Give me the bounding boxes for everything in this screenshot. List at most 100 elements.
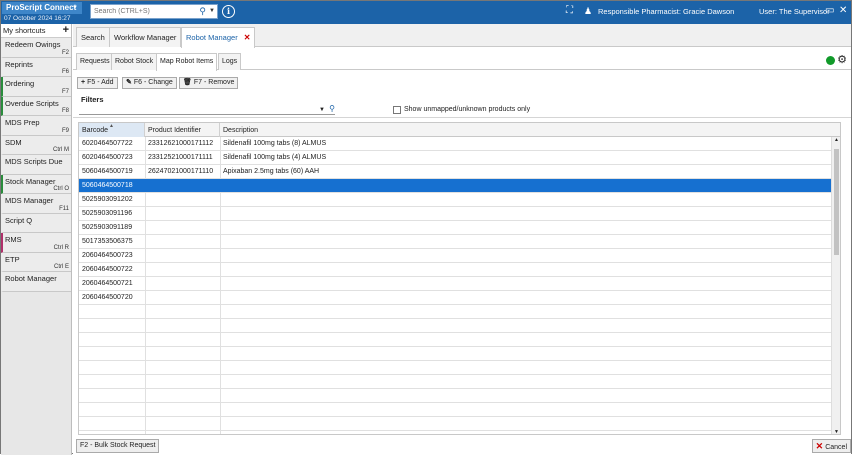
search-icon[interactable]: ⚲ xyxy=(329,104,335,114)
shortcut-key: F2 xyxy=(61,49,69,56)
sidebar-item-label: Robot Manager xyxy=(5,274,57,283)
chevron-down-icon: ▼ xyxy=(72,5,78,11)
tab-requests[interactable]: Requests xyxy=(76,53,114,70)
global-search[interactable]: ⚲ ▼ xyxy=(90,4,218,19)
sidebar-item-ordering[interactable]: Ordering F7 xyxy=(1,77,71,97)
search-icon[interactable]: ⚲ xyxy=(199,5,206,18)
table-row[interactable]: 5025903091202 xyxy=(79,193,840,207)
main-panel: Search Workflow Manager Robot Manager ✕ R… xyxy=(73,24,851,455)
tab-label: Workflow Manager xyxy=(114,33,177,42)
table-row[interactable]: 5025903091196 xyxy=(79,207,840,221)
search-input[interactable] xyxy=(91,5,191,18)
sidebar-item-script-q[interactable]: Script Q xyxy=(1,213,71,233)
sidebar-item-stock-manager[interactable]: Stock Manager Ctrl O xyxy=(1,174,71,194)
sidebar-item-rms[interactable]: RMS Ctrl R xyxy=(1,233,71,253)
tab-logs[interactable]: Logs xyxy=(218,53,242,70)
table-row[interactable]: 2060464500723 xyxy=(79,249,840,263)
column-header-product-identifier[interactable]: Product Identifier xyxy=(145,123,220,137)
table-row[interactable]: 6020464507722 23312621000171112 Sildenafil… xyxy=(79,137,840,151)
current-user[interactable]: User: The Supervisor xyxy=(759,7,830,16)
close-icon[interactable]: ✕ xyxy=(839,5,847,17)
column-header-description[interactable]: Description xyxy=(220,123,833,137)
barcode-cell: 5060464500719 xyxy=(82,168,133,175)
chevron-down-icon[interactable]: ▼ xyxy=(209,5,215,18)
product-id-cell: 26247021000171110 xyxy=(148,168,214,175)
table-row[interactable]: 5060464500719 26247021000171110 Apixaban 2… xyxy=(79,165,840,179)
sidebar-item-etp[interactable]: ETP Ctrl E xyxy=(1,252,71,272)
sidebar-item-reprints[interactable]: Reprints F6 xyxy=(1,57,71,77)
sidebar-item-robot-manager[interactable]: Robot Manager xyxy=(1,272,71,292)
barcode-cell: 5025903091202 xyxy=(82,196,133,203)
bulk-label: F2 - Bulk Stock Request xyxy=(80,442,156,449)
add-button[interactable]: + F5 - Add xyxy=(77,77,118,89)
pencil-icon: ✎ xyxy=(126,79,132,86)
app-name: ProScript Connect xyxy=(6,3,77,12)
table-row-selected[interactable]: 5060464500718 xyxy=(79,179,840,193)
unmapped-only-label: Show unmapped/unknown products only xyxy=(404,106,531,113)
info-icon[interactable]: i xyxy=(222,5,235,18)
tab-label: Robot Manager xyxy=(186,33,238,42)
close-icon: ✕ xyxy=(815,441,824,451)
scroll-up-icon[interactable]: ▲ xyxy=(834,137,839,143)
sidebar-item-mds-scripts-due[interactable]: MDS Scripts Due xyxy=(1,155,71,175)
sidebar-item-mds-manager[interactable]: MDS Manager F11 xyxy=(1,194,71,214)
table-row[interactable]: 2060464500720 xyxy=(79,291,840,305)
chevron-down-icon[interactable]: ▼ xyxy=(319,105,325,115)
sidebar-shortcuts: My shortcuts + Redeem Owings F2 Reprints F… xyxy=(1,24,72,455)
responsible-pharmacist[interactable]: Responsible Pharmacist: Gracie Dawson xyxy=(598,7,734,16)
trash-icon: 🗑 xyxy=(183,79,192,86)
shortcut-key: F7 xyxy=(61,88,69,95)
filter-combobox[interactable]: ▼ ⚲ xyxy=(79,104,335,115)
table-row[interactable]: 5017353506375 xyxy=(79,235,840,249)
tab-map-robot-items[interactable]: Map Robot Items xyxy=(156,53,218,71)
shortcut-key: F9 xyxy=(61,127,69,134)
sidebar-item-label: MDS Manager xyxy=(5,196,54,205)
empty-row xyxy=(79,319,840,333)
bulk-stock-request-button[interactable]: F2 - Bulk Stock Request xyxy=(76,439,160,453)
robot-items-grid: ▲ Barcode Product Identifier Description … xyxy=(78,122,841,435)
sidebar-item-label: MDS Scripts Due xyxy=(5,157,63,166)
scroll-down-icon[interactable]: ▼ xyxy=(834,429,839,434)
sidebar-item-overdue-scripts[interactable]: Overdue Scripts F8 xyxy=(1,96,71,116)
shortcut-key: Ctrl M xyxy=(53,147,69,153)
tab-robot-stock[interactable]: Robot Stock xyxy=(111,53,158,70)
barcode-cell: 6020464507722 xyxy=(82,140,133,147)
product-id-cell: 23312621000171112 xyxy=(148,140,214,147)
barcode-cell: 2060464500722 xyxy=(82,266,133,273)
product-id-cell: 23312521000171111 xyxy=(148,154,213,161)
minimize-icon[interactable]: ▭ xyxy=(825,5,834,17)
tab-robot-manager[interactable]: Robot Manager ✕ xyxy=(181,27,256,48)
tab-label: Search xyxy=(81,33,105,42)
sidebar-item-label: RMS xyxy=(5,235,22,244)
column-header-barcode[interactable]: ▲ Barcode xyxy=(79,123,145,137)
unmapped-only-checkbox[interactable] xyxy=(393,106,401,114)
sidebar-item-redeem-owings[interactable]: Redeem Owings F2 xyxy=(1,38,71,58)
empty-row xyxy=(79,389,840,403)
barcode-cell: 5025903091196 xyxy=(82,210,133,217)
scrollbar-thumb[interactable] xyxy=(834,149,839,255)
sidebar-item-mds-prep[interactable]: MDS Prep F9 xyxy=(1,116,71,136)
cancel-button[interactable]: ✕ Cancel xyxy=(811,439,851,453)
table-row[interactable]: 5025903091189 xyxy=(79,221,840,235)
table-row[interactable]: 6020464500723 23312521000171111 Sildenafil… xyxy=(79,151,840,165)
tab-workflow-manager[interactable]: Workflow Manager xyxy=(109,27,182,47)
gear-icon[interactable]: ⚙ xyxy=(837,53,847,67)
add-shortcut-icon[interactable]: + xyxy=(63,24,69,37)
shortcut-key: F8 xyxy=(61,108,69,114)
sidebar-item-label: Reprints xyxy=(5,59,33,69)
table-row[interactable]: 2060464500722 xyxy=(79,263,840,277)
empty-row xyxy=(79,403,840,417)
barcode-scan-icon[interactable]: ⛶ xyxy=(566,5,573,17)
column-label: Barcode xyxy=(82,127,109,134)
vertical-scrollbar[interactable]: ▲ ▼ xyxy=(831,137,840,434)
close-tab-icon[interactable]: ✕ xyxy=(244,33,251,42)
barcode-cell: 5060464500718 xyxy=(82,182,133,189)
table-row[interactable]: 2060464500721 xyxy=(79,277,840,291)
change-button[interactable]: ✎ F6 - Change xyxy=(122,77,177,89)
tab-search[interactable]: Search xyxy=(76,27,110,47)
robot-subtabs: Requests Robot Stock Map Robot Items Log… xyxy=(73,52,851,71)
empty-row xyxy=(79,417,840,431)
sidebar-item-sdm[interactable]: SDM Ctrl M xyxy=(1,135,71,155)
remove-button[interactable]: 🗑 F7 - Remove xyxy=(179,77,239,89)
app-menu-button[interactable]: ProScript Connect ▼ xyxy=(2,2,82,14)
